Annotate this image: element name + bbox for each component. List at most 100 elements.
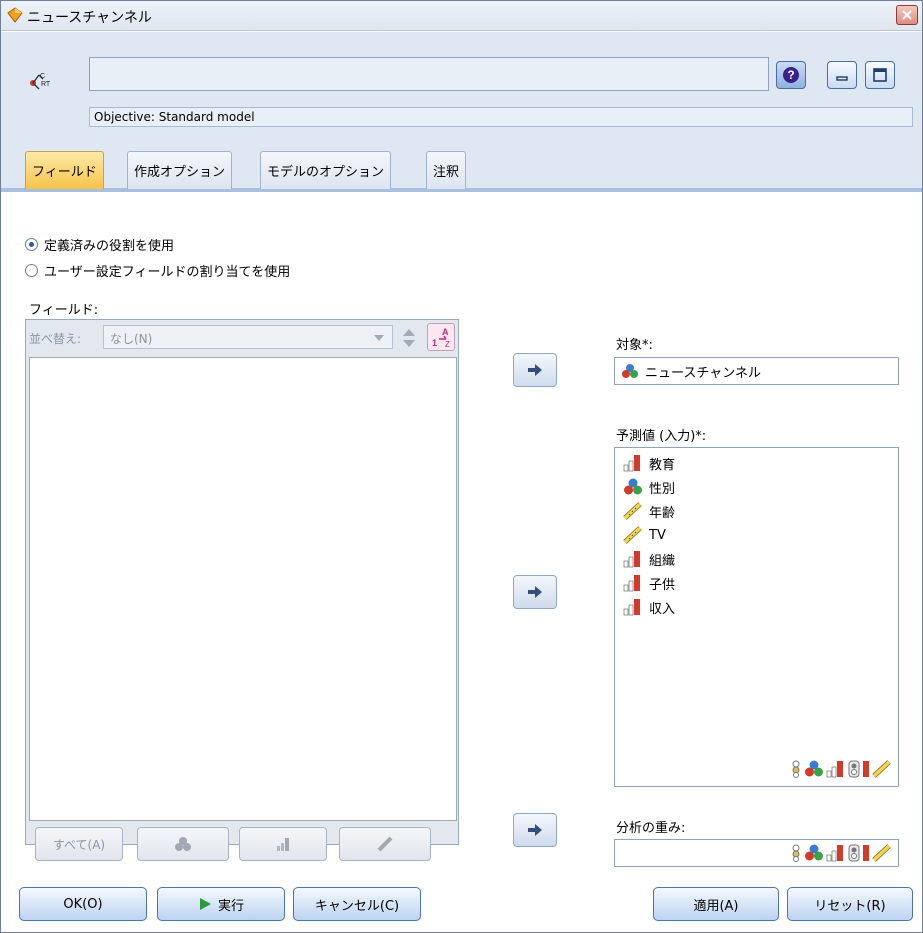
- cancel-button[interactable]: キャンセル(C): [293, 887, 421, 921]
- select-continuous-button[interactable]: [339, 827, 431, 861]
- continuous-icon: [377, 836, 393, 852]
- radio-custom-label: ユーザー設定フィールドの割り当てを使用: [44, 265, 291, 280]
- minimize-button[interactable]: [827, 61, 857, 89]
- help-icon: ?: [783, 67, 799, 83]
- close-button[interactable]: [896, 5, 918, 25]
- fields-label: フィールド:: [29, 303, 99, 318]
- sort-alpha-icon[interactable]: A1Z: [427, 323, 455, 351]
- node-name-field[interactable]: [89, 57, 769, 91]
- flag-icon: [848, 844, 860, 862]
- maximize-icon: [873, 68, 887, 82]
- sort-bar: 並べ替え: なし(N) A1Z: [25, 319, 459, 355]
- list-item[interactable]: 教育: [623, 452, 675, 474]
- maximize-button[interactable]: [865, 61, 895, 89]
- ok-button[interactable]: OK(O): [19, 887, 147, 921]
- move-to-target-button[interactable]: [513, 353, 557, 387]
- nominal-icon: [622, 364, 638, 378]
- nominal-icon: [175, 837, 191, 851]
- sort-value: なし(N): [110, 332, 153, 346]
- arrow-right-icon: [528, 364, 542, 376]
- flag-icon: [792, 844, 800, 862]
- help-button[interactable]: ?: [776, 61, 806, 89]
- cancel-label: キャンセル(C): [314, 898, 400, 914]
- apply-button[interactable]: 適用(A): [653, 887, 779, 921]
- continuous-icon: [872, 760, 891, 778]
- arrow-right-icon: [528, 824, 542, 836]
- predictors-label: 予測値 (入力)*:: [616, 429, 707, 444]
- ordinal-icon: [277, 838, 289, 851]
- predictor-name: 教育: [649, 457, 676, 473]
- ordinal-icon: [623, 599, 640, 616]
- app-diamond-icon: [7, 7, 23, 23]
- list-item[interactable]: 年齢: [623, 500, 675, 522]
- list-item[interactable]: 組織: [623, 548, 675, 570]
- ordinal-icon: [826, 845, 843, 862]
- cart-node-icon: C RT: [27, 69, 55, 95]
- radio-button-selected[interactable]: [25, 238, 38, 251]
- radio-predefined-label: 定義済みの役割を使用: [44, 239, 175, 254]
- sort-dropdown[interactable]: なし(N): [103, 325, 393, 349]
- tab-fields[interactable]: フィールド: [25, 151, 104, 189]
- predictor-name: 年齢: [649, 505, 676, 521]
- svg-text:?: ?: [787, 68, 794, 82]
- dialog-window: ニュースチャンネル C RT ? Objective: Standard mod…: [0, 0, 923, 933]
- nominal-icon: [805, 760, 823, 777]
- radio-custom-assignments[interactable]: ユーザー設定フィールドの割り当てを使用: [25, 261, 290, 280]
- list-item[interactable]: TV: [623, 524, 666, 546]
- ok-label: OK(O): [63, 896, 103, 912]
- ordinal-icon: [623, 551, 640, 568]
- nominal-icon: [624, 478, 642, 495]
- run-button[interactable]: 実行: [157, 887, 285, 921]
- predictors-list[interactable]: 教育 性別 年齢 TV 組織 子供 収入: [614, 447, 899, 787]
- sort-updown-icon[interactable]: [401, 327, 417, 349]
- svg-text:Z: Z: [445, 340, 450, 349]
- select-nominal-button[interactable]: [137, 827, 229, 861]
- radio-button-unselected[interactable]: [25, 264, 38, 277]
- run-label: 実行: [217, 898, 244, 914]
- tab-model-options[interactable]: モデルのオプション: [260, 151, 392, 189]
- radio-predefined-roles[interactable]: 定義済みの役割を使用: [25, 235, 174, 254]
- objective-text: Objective: Standard model: [89, 107, 913, 127]
- tab-build-options[interactable]: 作成オプション: [127, 151, 233, 189]
- flag-icon: [792, 760, 800, 778]
- continuous-icon: [623, 502, 642, 520]
- predictor-name: 収入: [649, 601, 676, 617]
- close-icon: [902, 10, 912, 20]
- select-all-button[interactable]: すべて(A): [35, 827, 123, 861]
- weight-label: 分析の重み:: [616, 821, 686, 836]
- svg-text:1: 1: [432, 338, 437, 348]
- target-field[interactable]: ニュースチャンネル: [614, 357, 899, 385]
- tab-annotations[interactable]: 注釈: [426, 151, 467, 189]
- weight-field[interactable]: [614, 839, 899, 867]
- flag-icon: [848, 760, 860, 778]
- move-to-weight-button[interactable]: [513, 813, 557, 847]
- ordinal-icon: [863, 845, 869, 861]
- select-ordinal-button[interactable]: [239, 827, 327, 861]
- svg-text:C: C: [40, 73, 45, 80]
- continuous-icon: [623, 526, 642, 544]
- measurement-filter-icons: [790, 844, 892, 862]
- reset-label: リセット(R): [814, 898, 886, 914]
- list-item[interactable]: 収入: [623, 596, 675, 618]
- list-item[interactable]: 子供: [623, 572, 675, 594]
- chevron-down-icon: [374, 335, 384, 341]
- predictor-name: 子供: [649, 577, 676, 593]
- target-label: 対象*:: [616, 338, 653, 353]
- sort-label: 並べ替え:: [29, 332, 82, 346]
- nominal-icon: [805, 844, 823, 861]
- measurement-filter-icons: [790, 760, 892, 778]
- title-bar[interactable]: ニュースチャンネル: [1, 1, 922, 31]
- ordinal-icon: [623, 455, 640, 472]
- ordinal-icon: [863, 761, 869, 777]
- predictor-name: 性別: [649, 481, 676, 497]
- ordinal-icon: [623, 575, 640, 592]
- move-to-predictors-button[interactable]: [513, 575, 557, 609]
- fields-list[interactable]: [29, 357, 457, 821]
- reset-button[interactable]: リセット(R): [787, 887, 913, 921]
- minimize-icon: [836, 76, 848, 81]
- list-item[interactable]: 性別: [623, 476, 675, 498]
- svg-text:RT: RT: [41, 81, 51, 88]
- ordinal-icon: [826, 761, 843, 778]
- predictor-name: TV: [649, 527, 666, 543]
- predictor-name: 組織: [649, 553, 676, 569]
